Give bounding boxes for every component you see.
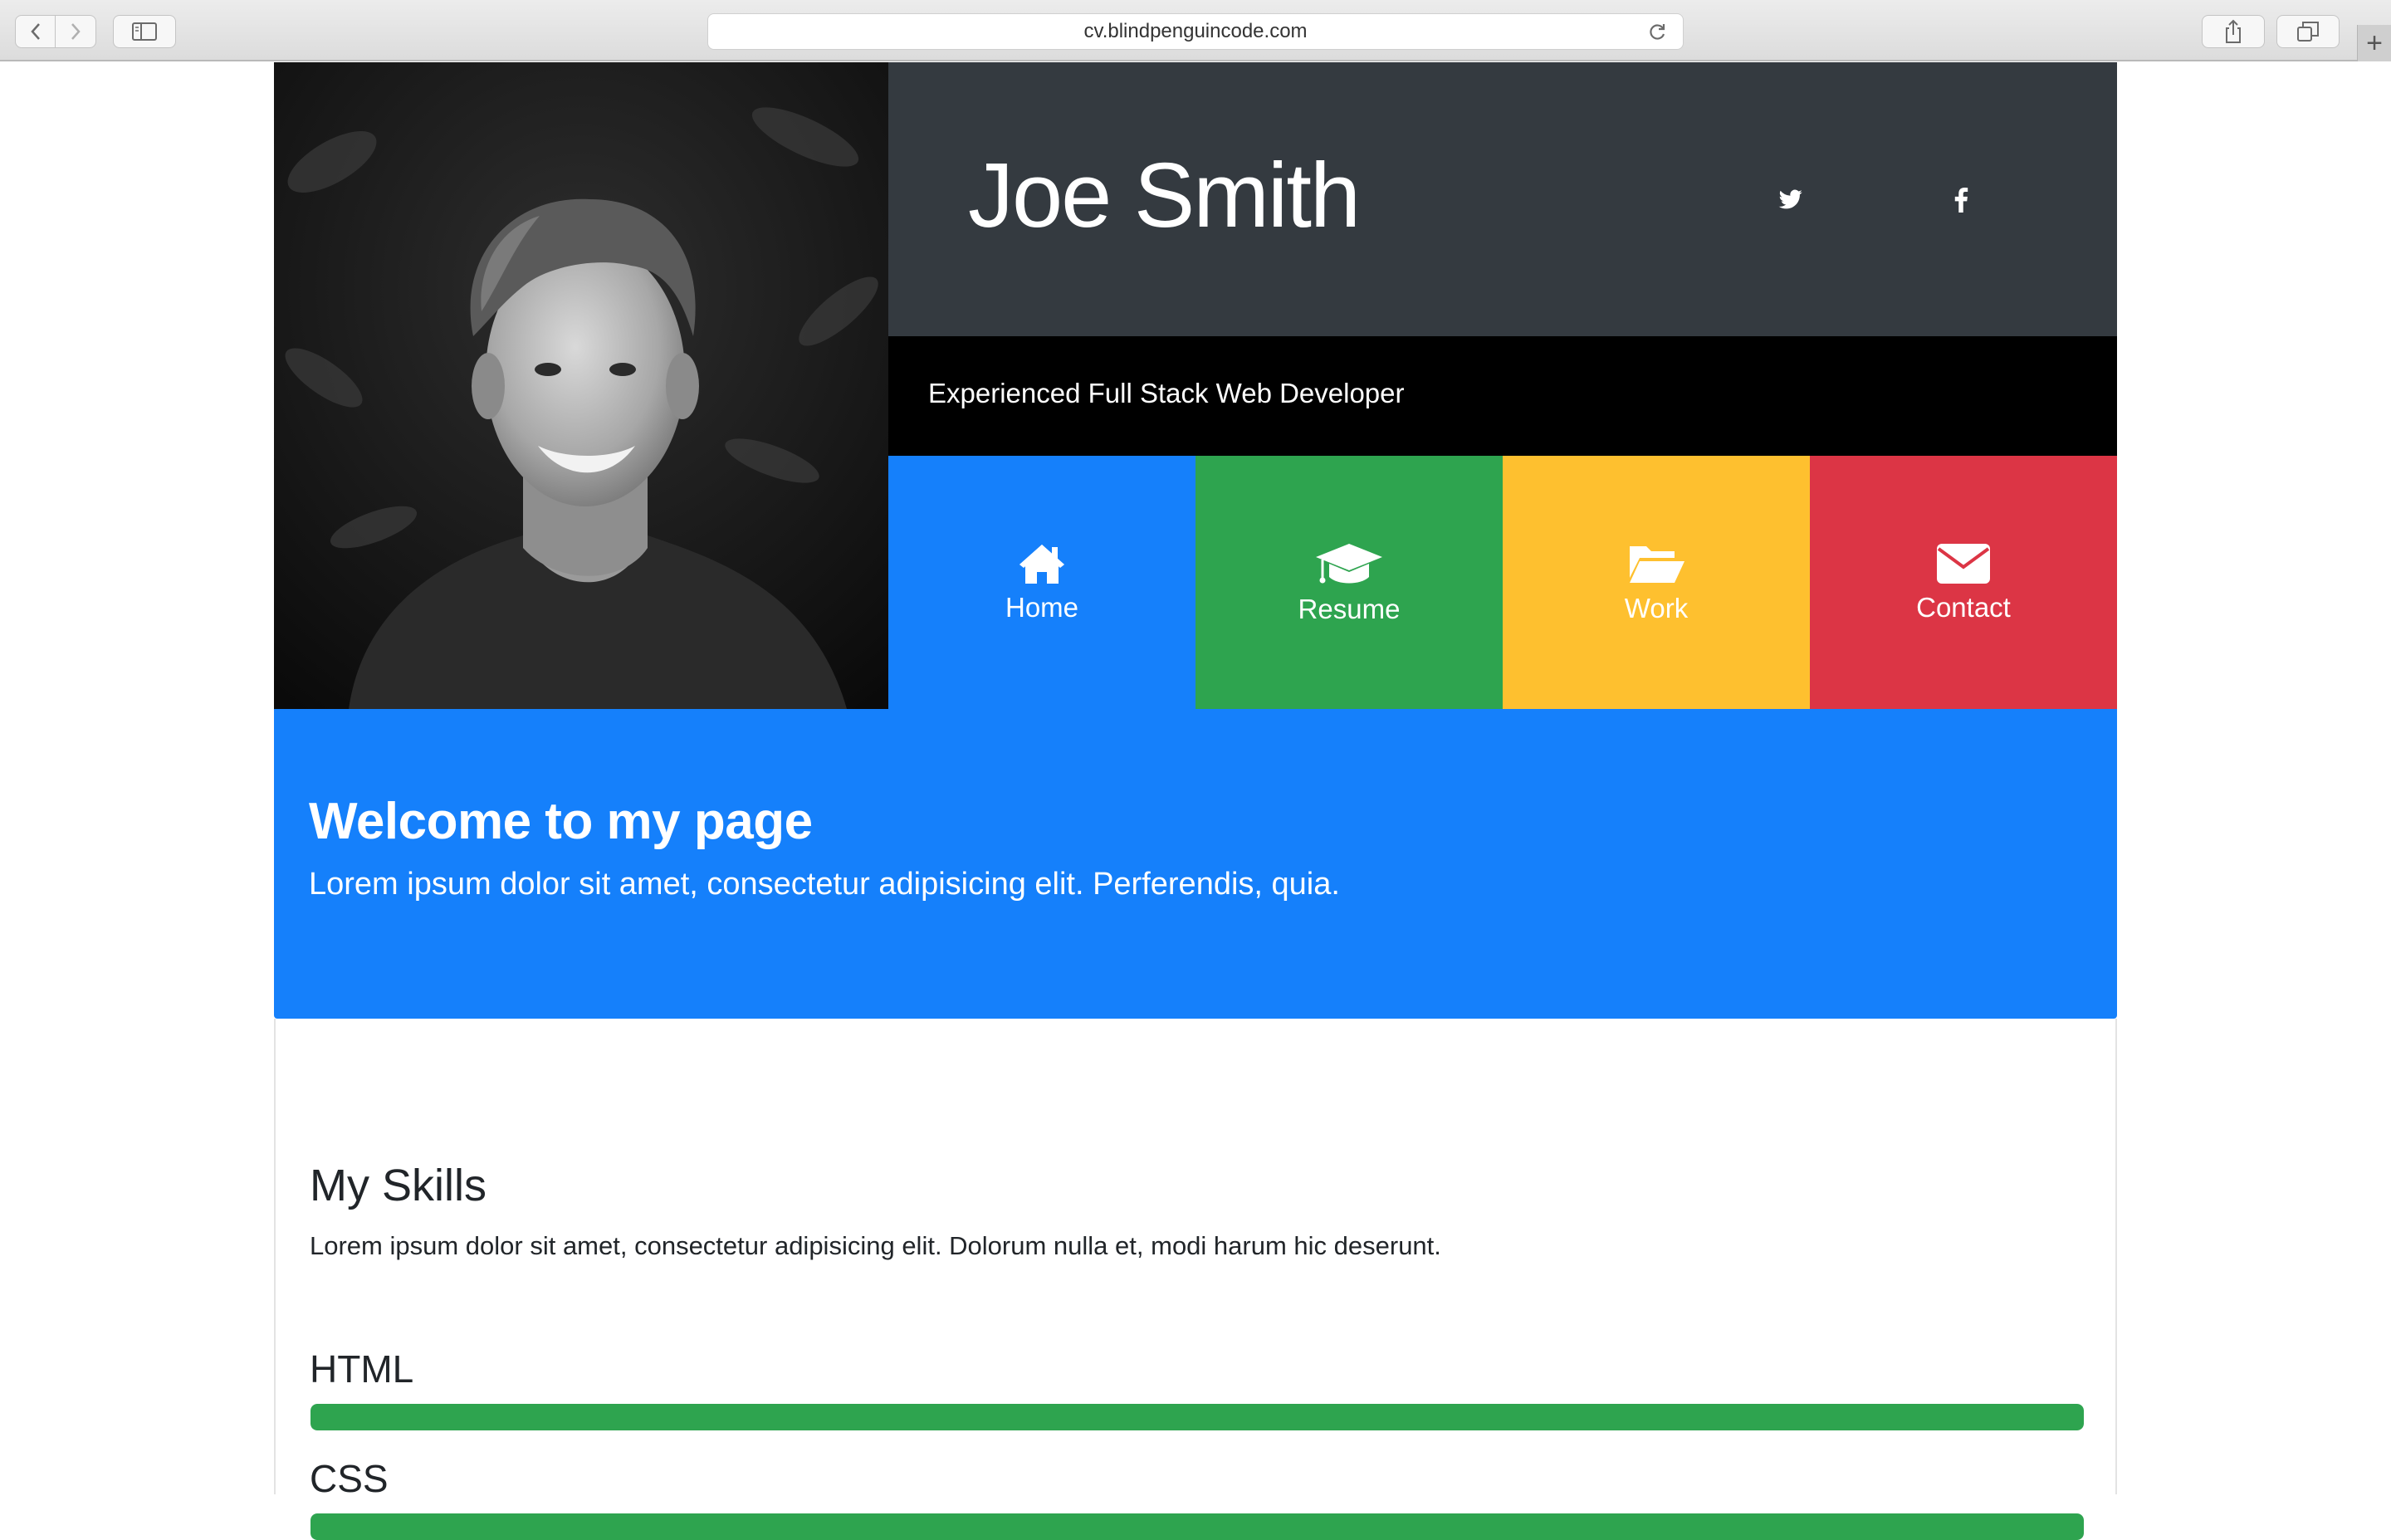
skill-bar-css: [310, 1513, 2084, 1540]
reload-button[interactable]: [1646, 22, 1668, 49]
profile-photo: [274, 62, 888, 709]
welcome-title: Welcome to my page: [309, 793, 813, 850]
new-tab-button[interactable]: +: [2357, 25, 2391, 61]
reload-icon: [1650, 24, 1665, 40]
nav-tile-contact[interactable]: Contact: [1810, 456, 2117, 709]
history-nav: [15, 15, 96, 48]
page-title: Joe Smith: [968, 144, 1361, 247]
folder-open-icon: [1630, 545, 1684, 583]
home-icon: [1019, 544, 1064, 584]
instagram-link[interactable]: [2114, 183, 2147, 217]
tagline: Experienced Full Stack Web Developer: [928, 378, 1405, 408]
skills-description: Lorem ipsum dolor sit amet, consectetur …: [310, 1231, 1441, 1260]
envelope-icon: [1937, 543, 1990, 584]
back-button[interactable]: [15, 15, 56, 48]
header-bar: Joe Smith: [888, 62, 2313, 336]
chevron-right-icon: [71, 23, 81, 40]
nav-tile-work-label: Work: [1624, 592, 1689, 623]
portrait-image: [274, 62, 888, 709]
nav-tile-contact-label: Contact: [1916, 591, 2011, 623]
tabs-icon: [2297, 22, 2319, 42]
chevron-left-icon: [30, 23, 40, 40]
plus-icon: +: [2366, 27, 2383, 59]
cv-page: Joe Smith Experienced Full Stack Web Dev…: [274, 62, 2313, 1540]
facebook-icon: [1954, 188, 1968, 213]
sidebar-button[interactable]: [113, 15, 176, 48]
skill-label-html: HTML: [310, 1347, 414, 1391]
sidebar-icon: [132, 22, 157, 41]
forward-button[interactable]: [56, 15, 96, 48]
instagram-icon: [2119, 188, 2142, 212]
tabs-overview-button[interactable]: [2276, 15, 2340, 48]
skill-bar-html: [310, 1404, 2084, 1430]
address-bar[interactable]: cv.blindpenguincode.com: [707, 13, 1684, 50]
nav-tile-home-label: Home: [1005, 591, 1079, 623]
welcome-jumbotron: Welcome to my page Lorem ipsum dolor sit…: [274, 709, 2117, 1019]
skill-bar-fill-css: [310, 1513, 2084, 1540]
graduation-cap-icon: [1316, 543, 1382, 583]
share-button[interactable]: [2202, 15, 2265, 48]
twitter-link[interactable]: [1774, 183, 1807, 217]
twitter-icon: [1778, 189, 1802, 209]
welcome-text: Lorem ipsum dolor sit amet, consectetur …: [309, 867, 1340, 902]
facebook-link[interactable]: [1944, 183, 1978, 217]
nav-tile-resume-label: Resume: [1298, 593, 1401, 624]
browser-toolbar: cv.blindpenguincode.com +: [0, 0, 2391, 61]
skills-section: My Skills Lorem ipsum dolor sit amet, co…: [274, 1019, 2117, 1540]
skills-title: My Skills: [310, 1161, 487, 1210]
share-icon: [2226, 19, 2241, 43]
nav-tile-resume[interactable]: Resume: [1196, 456, 1503, 709]
nav-tile-home[interactable]: Home: [888, 456, 1196, 709]
nav-tile-work[interactable]: Work: [1503, 456, 1810, 709]
tagline-bar: Experienced Full Stack Web Developer: [888, 336, 2117, 456]
url-text: cv.blindpenguincode.com: [1083, 20, 1308, 42]
skill-bar-fill-html: [310, 1404, 2084, 1430]
github-icon: [2288, 188, 2313, 212]
github-link[interactable]: [2284, 183, 2317, 217]
